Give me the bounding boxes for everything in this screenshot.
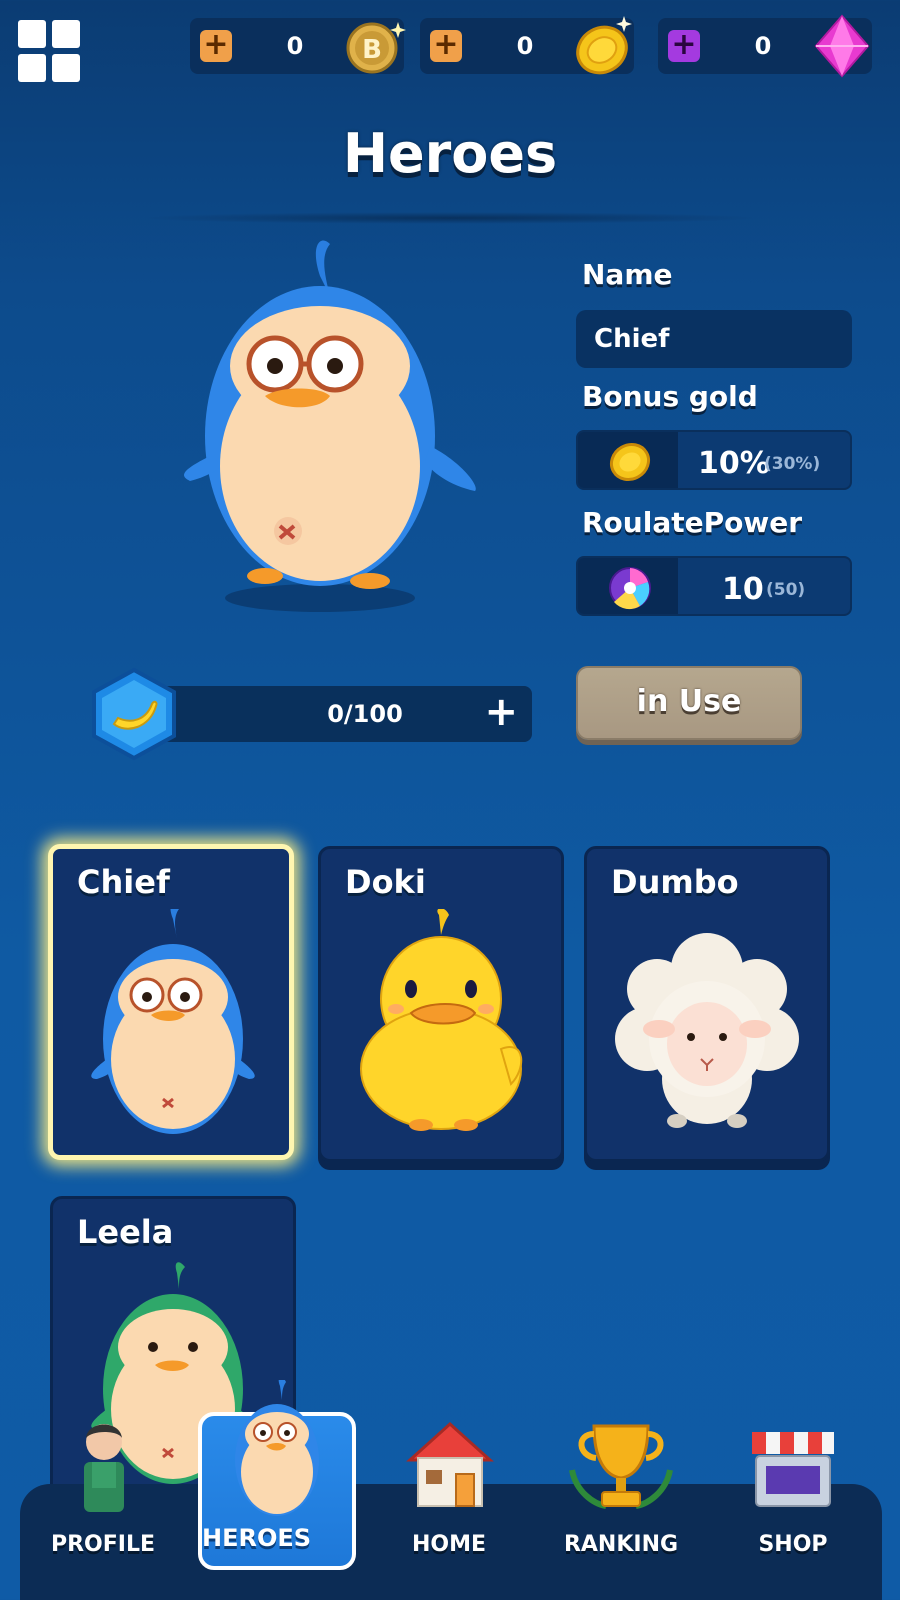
- add-food-button[interactable]: +: [484, 690, 518, 734]
- hero-card-name: Doki: [345, 863, 426, 901]
- b-token-counter: + 0 B: [190, 18, 406, 74]
- page-title: Heroes: [342, 122, 558, 185]
- banana-badge-icon: [92, 667, 176, 761]
- roulette-icon: [609, 567, 651, 610]
- bonus-gold-icon-cell: [578, 432, 678, 488]
- food-progress-value: 0/100: [327, 700, 403, 728]
- name-label: Name: [582, 258, 673, 291]
- in-use-label: in Use: [636, 684, 742, 719]
- gold-coin-icon: [609, 442, 651, 482]
- duck-yellow-icon: [360, 909, 523, 1131]
- nav-ranking[interactable]: RANKING: [558, 0, 684, 1600]
- roulate-power-icon-cell: [578, 558, 678, 614]
- bottom-nav: [20, 1484, 882, 1600]
- bonus-gold-value: 10%: [698, 446, 770, 481]
- nav-heroes[interactable]: HEROES: [198, 1380, 356, 1570]
- gem-icon: [814, 14, 870, 78]
- add-gold-button[interactable]: +: [430, 30, 462, 62]
- hero-card-doki[interactable]: Doki: [318, 846, 564, 1162]
- nav-heroes-label: HEROES: [202, 1524, 312, 1552]
- gold-coin-icon: [576, 16, 632, 75]
- roulate-power-value: 10: [722, 572, 764, 607]
- gem-value: 0: [754, 32, 772, 60]
- gold-value: 0: [516, 32, 534, 60]
- hero-preview-penguin: [184, 240, 476, 612]
- food-progress-bar: 0/100 +: [140, 686, 532, 742]
- heroes-icon: [235, 1380, 319, 1516]
- hero-card-name: Chief: [77, 863, 170, 901]
- sheep-white-icon: [615, 933, 799, 1128]
- in-use-button[interactable]: in Use: [576, 666, 802, 740]
- add-b-token-button[interactable]: +: [200, 30, 232, 62]
- nav-shop[interactable]: SHOP: [730, 0, 856, 1600]
- b-token-value: 0: [286, 32, 304, 60]
- gem-counter: + 0: [658, 14, 872, 78]
- penguin-blue-icon: [91, 909, 255, 1134]
- roulate-power-label: RoulatePower: [582, 506, 803, 539]
- roulate-power-max: (50): [766, 580, 806, 600]
- add-gem-button[interactable]: +: [668, 30, 700, 62]
- name-value: Chief: [594, 324, 670, 354]
- hero-card-name: Leela: [77, 1213, 174, 1251]
- hero-card-dumbo[interactable]: Dumbo: [584, 846, 830, 1162]
- name-field: Chief: [576, 310, 852, 368]
- bonus-gold-label: Bonus gold: [582, 380, 758, 413]
- bonus-gold-stat: 10% (30%): [576, 430, 852, 490]
- b-token-icon: B: [346, 22, 406, 74]
- svg-text:B: B: [362, 35, 382, 65]
- hero-card-name: Dumbo: [611, 863, 739, 901]
- title-divider: [140, 212, 760, 224]
- hero-card-chief[interactable]: Chief: [48, 844, 294, 1160]
- gold-counter: + 0: [420, 16, 634, 75]
- menu-grid-icon[interactable]: [18, 20, 82, 84]
- roulate-power-stat: 10 (50): [576, 556, 852, 616]
- bonus-gold-max: (30%): [764, 454, 821, 474]
